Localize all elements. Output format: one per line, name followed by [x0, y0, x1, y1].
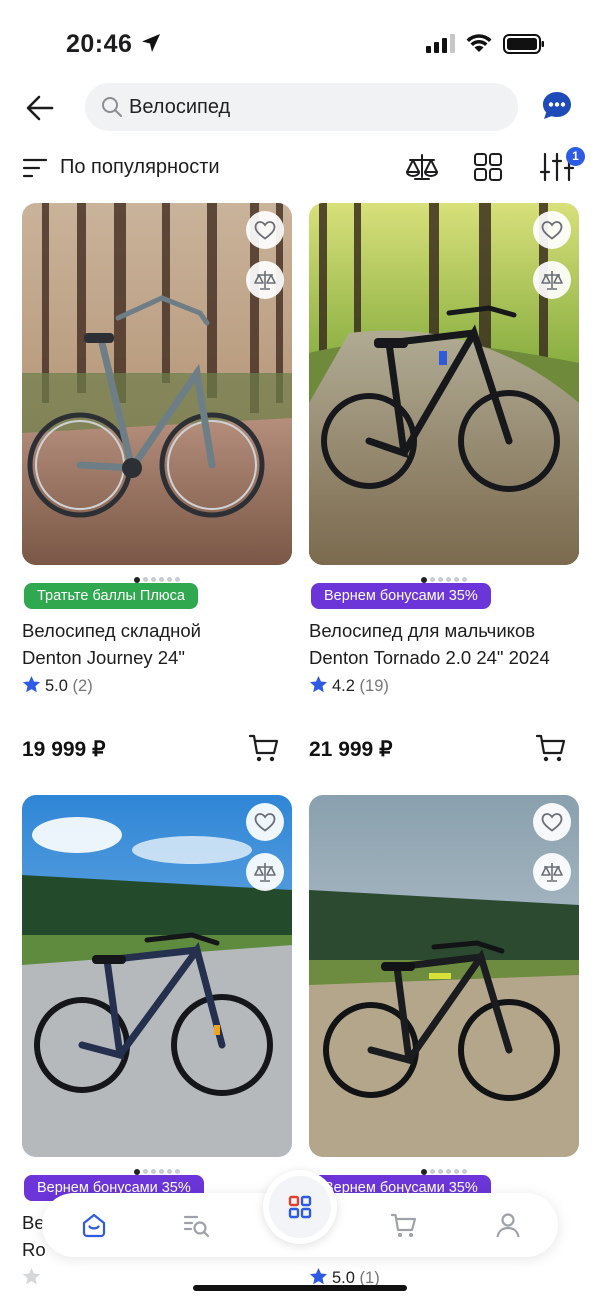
- product-rating: 5.0 (2): [22, 675, 93, 696]
- sort-icon[interactable]: [22, 156, 48, 180]
- cart-icon[interactable]: [390, 1211, 418, 1239]
- home-indicator: [193, 1285, 407, 1291]
- product-title-line: Denton Journey 24": [22, 647, 185, 668]
- back-arrow-icon[interactable]: [22, 88, 62, 128]
- product-image[interactable]: [22, 795, 292, 1157]
- compare-button[interactable]: [533, 853, 571, 891]
- add-to-cart-icon[interactable]: [248, 733, 280, 763]
- catalog-button-inner: [269, 1176, 331, 1238]
- promo-badge: Тратьте баллы Плюса: [24, 583, 198, 609]
- product-title[interactable]: Велосипед складной Denton Journey 24": [22, 617, 297, 671]
- status-bar: 20:46: [0, 0, 600, 80]
- bicycle-photo: [309, 795, 579, 1157]
- status-time: 20:46: [66, 30, 133, 58]
- image-pager-dots: [309, 1163, 579, 1175]
- search-query-text[interactable]: Велосипед: [129, 96, 230, 119]
- product-title-line: Велосипед для мальчиков: [309, 620, 536, 641]
- product-rating: [22, 1267, 45, 1288]
- image-pager-dots: [22, 1163, 292, 1175]
- compare-scales-icon: [254, 271, 276, 290]
- heart-icon: [541, 813, 563, 832]
- product-rating: 4.2 (19): [309, 675, 389, 696]
- location-arrow-icon: [142, 34, 160, 52]
- heart-icon: [541, 221, 563, 240]
- product-image[interactable]: [22, 203, 292, 565]
- product-price: 19 999 ₽: [22, 738, 106, 761]
- rating-value: 5.0: [45, 677, 68, 695]
- grid-view-icon[interactable]: [473, 152, 503, 182]
- bicycle-photo: [22, 795, 292, 1157]
- compare-button[interactable]: [246, 261, 284, 299]
- home-icon[interactable]: [80, 1211, 108, 1239]
- bicycle-photo: [22, 203, 292, 565]
- favorite-button[interactable]: [533, 803, 571, 841]
- product-price: 21 999 ₽: [309, 738, 393, 761]
- star-icon: [22, 675, 41, 693]
- compare-button[interactable]: [246, 853, 284, 891]
- star-icon: [309, 1267, 328, 1285]
- wifi-icon: [466, 34, 492, 52]
- rating-value: 4.2: [332, 677, 355, 695]
- compare-button[interactable]: [533, 261, 571, 299]
- add-to-cart-icon[interactable]: [535, 733, 567, 763]
- bicycle-photo: [309, 203, 579, 565]
- chat-icon[interactable]: [540, 89, 574, 123]
- favorite-button[interactable]: [246, 803, 284, 841]
- catalog-button[interactable]: [263, 1170, 337, 1244]
- favorite-button[interactable]: [533, 211, 571, 249]
- heart-icon: [254, 221, 276, 240]
- product-image[interactable]: [309, 795, 579, 1157]
- product-title[interactable]: Велосипед для мальчиков Denton Tornado 2…: [309, 617, 584, 671]
- review-count: (2): [72, 677, 93, 695]
- compare-scales-icon[interactable]: [405, 151, 439, 183]
- profile-icon[interactable]: [494, 1211, 522, 1239]
- image-pager-dots: [309, 571, 579, 583]
- star-icon: [22, 1267, 41, 1285]
- search-input[interactable]: Велосипед: [85, 83, 518, 131]
- search-icon: [102, 97, 122, 117]
- cellular-signal-icon: [426, 34, 455, 53]
- favorite-button[interactable]: [246, 211, 284, 249]
- catalog-search-icon[interactable]: [182, 1211, 210, 1239]
- compare-scales-icon: [254, 863, 276, 882]
- heart-icon: [254, 813, 276, 832]
- catalog-grid-icon: [288, 1195, 312, 1219]
- compare-scales-icon: [541, 863, 563, 882]
- battery-icon: [503, 34, 544, 54]
- compare-scales-icon: [541, 271, 563, 290]
- review-count: (19): [359, 677, 389, 695]
- filter-count-badge: 1: [566, 147, 585, 166]
- image-pager-dots: [22, 571, 292, 583]
- star-icon: [309, 675, 328, 693]
- product-image[interactable]: [309, 203, 579, 565]
- product-title-line: Велосипед складной: [22, 620, 201, 641]
- sort-label[interactable]: По популярности: [60, 156, 220, 179]
- product-title-line: Denton Tornado 2.0 24" 2024: [309, 647, 550, 668]
- promo-badge: Вернем бонусами 35%: [311, 583, 491, 609]
